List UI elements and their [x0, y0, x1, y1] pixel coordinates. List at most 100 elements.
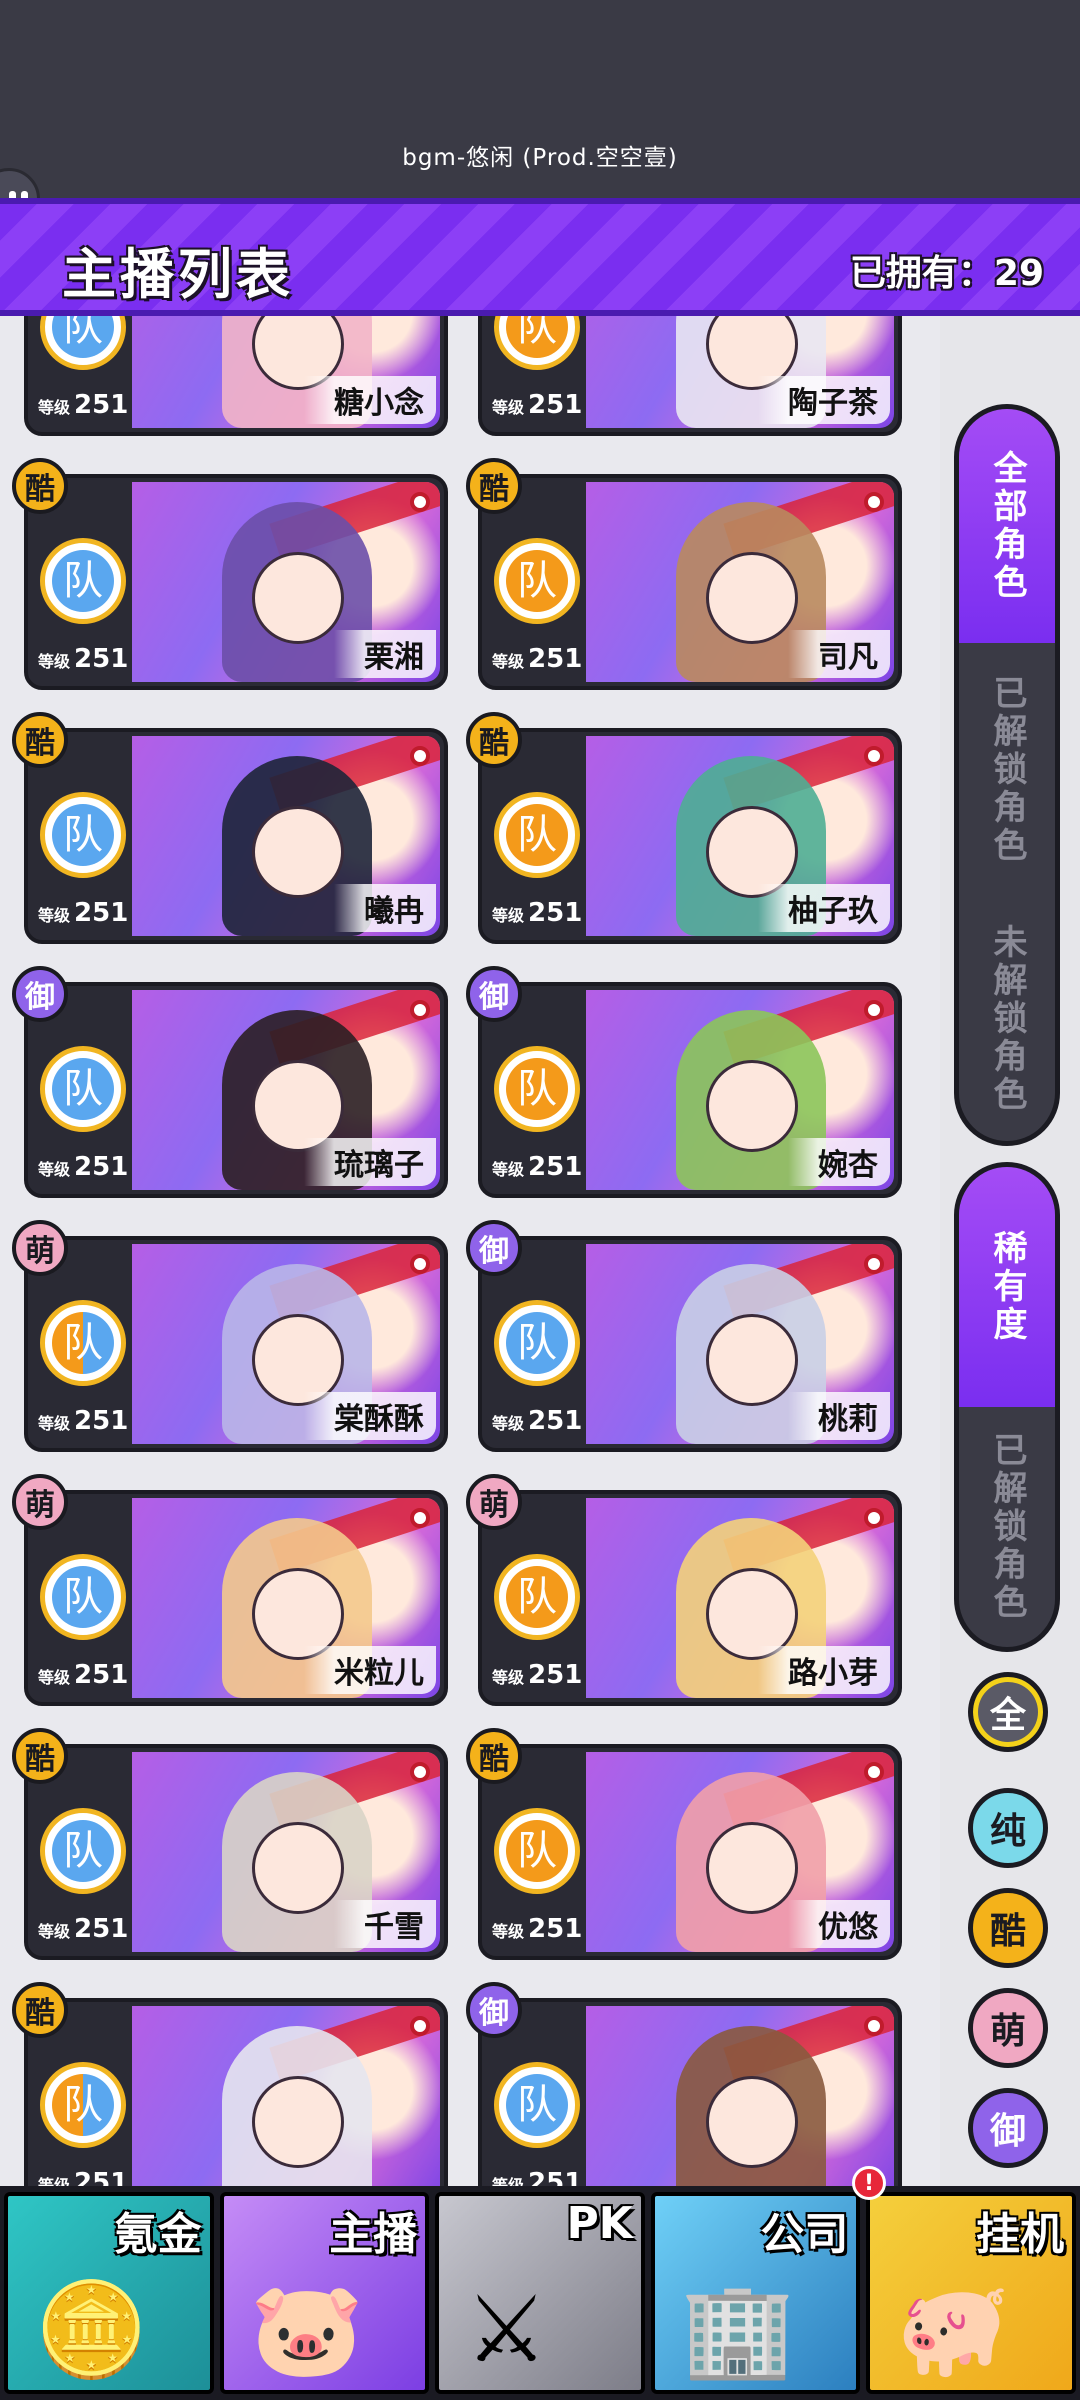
team-emblem-label: 队	[506, 1312, 568, 1374]
character-portrait: 琉璃子	[132, 990, 440, 1190]
character-portrait	[586, 2006, 894, 2186]
team-emblem-label: 队	[506, 550, 568, 612]
tab-rarity-unlocked[interactable]: 已解锁角色	[959, 1407, 1055, 1647]
level-display: 等级 251	[38, 898, 128, 928]
nav-pk[interactable]: ⚔ PK	[435, 2192, 645, 2394]
streamer-card[interactable]: 婉杏 队等级 251	[478, 982, 902, 1198]
streamer-card[interactable]: 琉璃子 队等级 251	[24, 982, 448, 1198]
streamer-card[interactable]: 队等级 251	[24, 1998, 448, 2186]
coin-stack-icon: 🪙	[34, 2276, 149, 2383]
rarity-badge: 酷	[12, 1728, 68, 1784]
team-emblem-icon: 队	[494, 1554, 580, 1640]
nav-topup[interactable]: 🪙 氪金	[4, 2192, 214, 2394]
streamer-avatar-icon: 🐷	[249, 2276, 365, 2383]
character-face	[252, 552, 344, 644]
streamer-card[interactable]: 柚子玖 队等级 251	[478, 728, 902, 944]
level-label: 等级	[492, 1668, 525, 1687]
level-value: 251	[528, 2168, 583, 2186]
rarity-pure-button[interactable]: 纯	[968, 1788, 1048, 1868]
team-emblem-label: 队	[506, 316, 568, 358]
level-label: 等级	[38, 906, 71, 925]
team-emblem-icon: 队	[40, 1554, 126, 1640]
streamer-card[interactable]: 栗湘 队等级 251	[24, 474, 448, 690]
streamer-card[interactable]: 队等级 251	[478, 1998, 902, 2186]
page-title: 主播列表	[62, 243, 294, 306]
status-dot-icon	[864, 1508, 884, 1528]
character-face	[252, 806, 344, 898]
owned-count: 已拥有：29	[849, 253, 1044, 294]
team-emblem-icon: 队	[40, 1808, 126, 1894]
status-dot-icon	[410, 1762, 430, 1782]
streamer-name: 糖小念	[304, 376, 436, 424]
character-portrait: 曦冉	[132, 736, 440, 936]
streamer-name: 优悠	[788, 1900, 890, 1948]
nav-idle[interactable]: 🐖 挂机	[866, 2192, 1076, 2394]
level-display: 等级 251	[38, 644, 128, 674]
level-label: 等级	[492, 652, 525, 671]
team-emblem-icon: 队	[494, 1808, 580, 1894]
rarity-cool-button[interactable]: 酷	[968, 1888, 1048, 1968]
level-display: 等级 251	[492, 644, 582, 674]
level-display: 等级 251	[492, 1660, 582, 1690]
level-label: 等级	[38, 1668, 71, 1687]
streamer-card[interactable]: 曦冉 队等级 251	[24, 728, 448, 944]
level-value: 251	[74, 1660, 129, 1690]
tab-rarity[interactable]: 稀有度	[959, 1167, 1055, 1407]
nav-streamer-label: 主播	[329, 2209, 418, 2260]
streamer-card[interactable]: 米粒儿 队等级 251	[24, 1490, 448, 1706]
streamer-card[interactable]: 桃莉 队等级 251	[478, 1236, 902, 1452]
team-emblem-icon: 队	[494, 792, 580, 878]
streamer-card[interactable]: 棠酥酥 队等级 251	[24, 1236, 448, 1452]
team-emblem-label: 队	[52, 1058, 114, 1120]
level-label: 等级	[492, 906, 525, 925]
level-display: 等级 251	[492, 1914, 582, 1944]
streamer-name: 婉杏	[788, 1138, 890, 1186]
tab-all-roles[interactable]: 全部角色	[959, 409, 1055, 643]
nav-streamer[interactable]: 🐷 主播	[219, 2192, 430, 2394]
rarity-badge: 御	[466, 966, 522, 1022]
rarity-badge: 酷	[12, 712, 68, 768]
level-value: 251	[528, 1660, 583, 1690]
nav-pk-label: PK	[566, 2198, 633, 2249]
streamer-card[interactable]: 司凡 队等级 251	[478, 474, 902, 690]
team-emblem-label: 队	[52, 316, 114, 358]
character-portrait: 糖小念	[132, 316, 440, 428]
tab-locked-roles[interactable]: 未解锁角色	[959, 897, 1055, 1141]
streamer-card-list[interactable]: 糖小念队等级 251 陶子茶队等级 251 栗湘队等级 251 酷司凡队等级 251 酷曦冉队等…	[0, 316, 940, 2186]
rarity-badge: 萌	[12, 1474, 68, 1530]
team-emblem-icon: 队	[494, 1300, 580, 1386]
level-value: 251	[528, 898, 583, 928]
level-label: 等级	[492, 1922, 525, 1941]
streamer-card[interactable]: 千雪 队等级 251	[24, 1744, 448, 1960]
streamer-name: 路小芽	[758, 1646, 890, 1694]
nav-company[interactable]: 🏢 公司	[650, 2192, 861, 2394]
team-emblem-label: 队	[52, 550, 114, 612]
building-icon: 🏢	[680, 2276, 796, 2383]
character-portrait: 米粒儿	[132, 1498, 440, 1698]
streamer-card[interactable]: 陶子茶 队等级 251	[478, 316, 902, 436]
level-label: 等级	[38, 398, 71, 417]
rarity-all-button[interactable]: 全	[968, 1672, 1048, 1752]
character-portrait: 优悠	[586, 1752, 894, 1952]
role-filter-group: 全部角色 已解锁角色 未解锁角色	[954, 404, 1060, 1146]
streamer-card[interactable]: 优悠 队等级 251	[478, 1744, 902, 1960]
tab-unlocked-roles[interactable]: 已解锁角色	[959, 643, 1055, 897]
team-emblem-icon: 队	[494, 2062, 580, 2148]
status-dot-icon	[410, 1508, 430, 1528]
status-dot-icon	[864, 746, 884, 766]
streamer-card[interactable]: 糖小念 队等级 251	[24, 316, 448, 436]
nav-idle-label: 挂机	[975, 2209, 1064, 2260]
streamer-name: 柚子玖	[758, 884, 890, 932]
rarity-badge: 酷	[12, 1982, 68, 2038]
rarity-cute-button[interactable]: 萌	[968, 1988, 1048, 2068]
team-emblem-icon: 队	[494, 1046, 580, 1132]
streamer-name: 棠酥酥	[304, 1392, 436, 1440]
streamer-card[interactable]: 路小芽 队等级 251	[478, 1490, 902, 1706]
team-emblem-icon: 队	[40, 792, 126, 878]
streamer-name: 千雪	[334, 1900, 436, 1948]
level-label: 等级	[38, 1414, 71, 1433]
character-portrait: 千雪	[132, 1752, 440, 1952]
character-face	[252, 1822, 344, 1914]
level-value: 251	[528, 1914, 583, 1944]
rarity-royal-button[interactable]: 御	[968, 2088, 1048, 2168]
